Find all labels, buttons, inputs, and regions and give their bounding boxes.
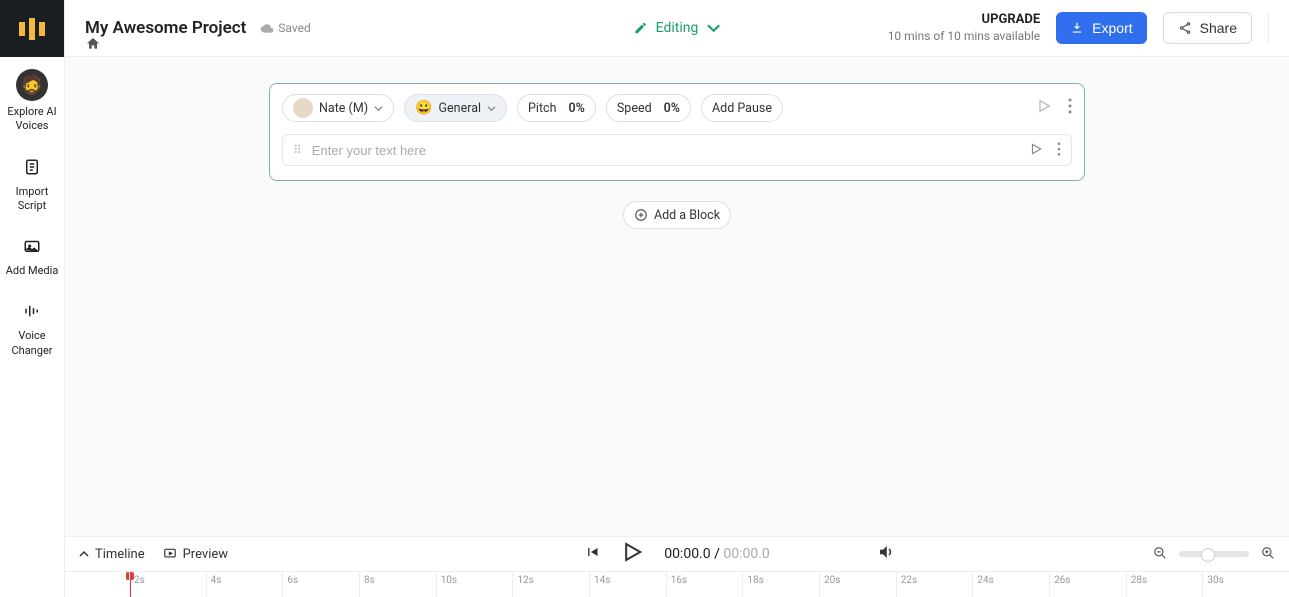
style-selector[interactable]: 😀 General [404,94,507,122]
ruler-tick: 18s [742,572,819,597]
ruler-tick: 10s [436,572,513,597]
home-icon[interactable] [85,37,101,56]
ruler-tick: 26s [1049,572,1126,597]
ruler-tick: 20s [819,572,896,597]
sidebar-item-import-script[interactable]: Import Script [0,146,64,226]
ruler-tick: 14s [589,572,666,597]
ruler-tick: 8s [359,572,436,597]
preview-toggle[interactable]: Preview [163,547,228,562]
add-pause-button[interactable]: Add Pause [701,94,783,122]
play-block-button[interactable] [1036,98,1052,118]
skip-start-button[interactable] [584,544,600,564]
time-display: 00:00.0 / 00:00.0 [664,546,770,562]
emoji-icon: 😀 [415,100,432,116]
sidebar-item-voice-changer[interactable]: Voice Changer [0,290,64,370]
chevron-down-icon [487,104,496,113]
play-line-button[interactable] [1029,141,1043,160]
chevron-down-icon [706,21,720,35]
upgrade-info[interactable]: UPGRADE 10 mins of 10 mins available [888,12,1040,43]
timeline-ruler[interactable]: 2s4s6s8s10s12s14s16s18s20s22s24s26s28s30… [65,571,1289,597]
media-icon [23,237,41,260]
volume-button[interactable] [877,543,895,565]
share-icon [1178,21,1192,35]
ruler-tick: 30s [1202,572,1279,597]
play-button[interactable] [620,540,644,568]
pitch-control[interactable]: Pitch 0% [517,94,596,122]
timeline-toggle[interactable]: Timeline [79,547,145,562]
sidebar-item-label: Voice Changer [4,329,60,358]
ruler-tick: 2s [129,572,206,597]
voice-changer-icon [23,302,41,325]
voice-selector[interactable]: Nate (M) [282,94,394,122]
cloud-icon [260,21,274,35]
ruler-tick: 24s [972,572,1049,597]
line-menu-button[interactable] [1057,141,1061,160]
voice-block: Nate (M) 😀 General Pitch 0% Speed 0 [269,83,1085,181]
ruler-tick: 16s [666,572,743,597]
ruler-tick: 4s [206,572,283,597]
block-menu-button[interactable] [1068,98,1072,118]
ruler-tick: 22s [896,572,973,597]
pencil-icon [634,21,648,35]
sidebar-item-label: Import Script [4,185,60,214]
download-icon [1070,21,1084,35]
drag-handle-icon[interactable]: ⠿ [293,143,302,157]
sidebar-item-add-media[interactable]: Add Media [0,225,64,290]
project-title[interactable]: My Awesome Project [85,18,246,38]
voice-avatar [293,98,313,118]
monitor-play-icon [163,547,177,561]
sidebar-item-label: Explore AI Voices [4,105,60,134]
avatar: 🧔 [16,69,48,101]
share-button[interactable]: Share [1163,12,1252,44]
ruler-tick: 28s [1126,572,1203,597]
app-logo[interactable] [0,0,64,57]
ruler-tick: 6s [282,572,359,597]
plus-circle-icon [634,208,648,222]
zoom-slider[interactable] [1179,551,1249,557]
export-button[interactable]: Export [1056,12,1146,44]
chevron-down-icon [374,104,383,113]
script-icon [23,158,41,181]
saved-indicator: Saved [260,21,310,35]
topbar: My Awesome Project Saved Editing UPGRADE [65,0,1289,57]
sidebar-item-explore-voices[interactable]: 🧔 Explore AI Voices [0,57,64,146]
sidebar-item-label: Add Media [6,264,59,278]
add-block-button[interactable]: Add a Block [623,201,731,229]
zoom-out-button[interactable] [1153,545,1167,564]
text-input[interactable] [312,143,1019,158]
chevron-up-icon [79,549,89,559]
ruler-tick: 12s [512,572,589,597]
zoom-in-button[interactable] [1261,545,1275,564]
speed-control[interactable]: Speed 0% [606,94,691,122]
mode-selector[interactable]: Editing [634,20,721,36]
